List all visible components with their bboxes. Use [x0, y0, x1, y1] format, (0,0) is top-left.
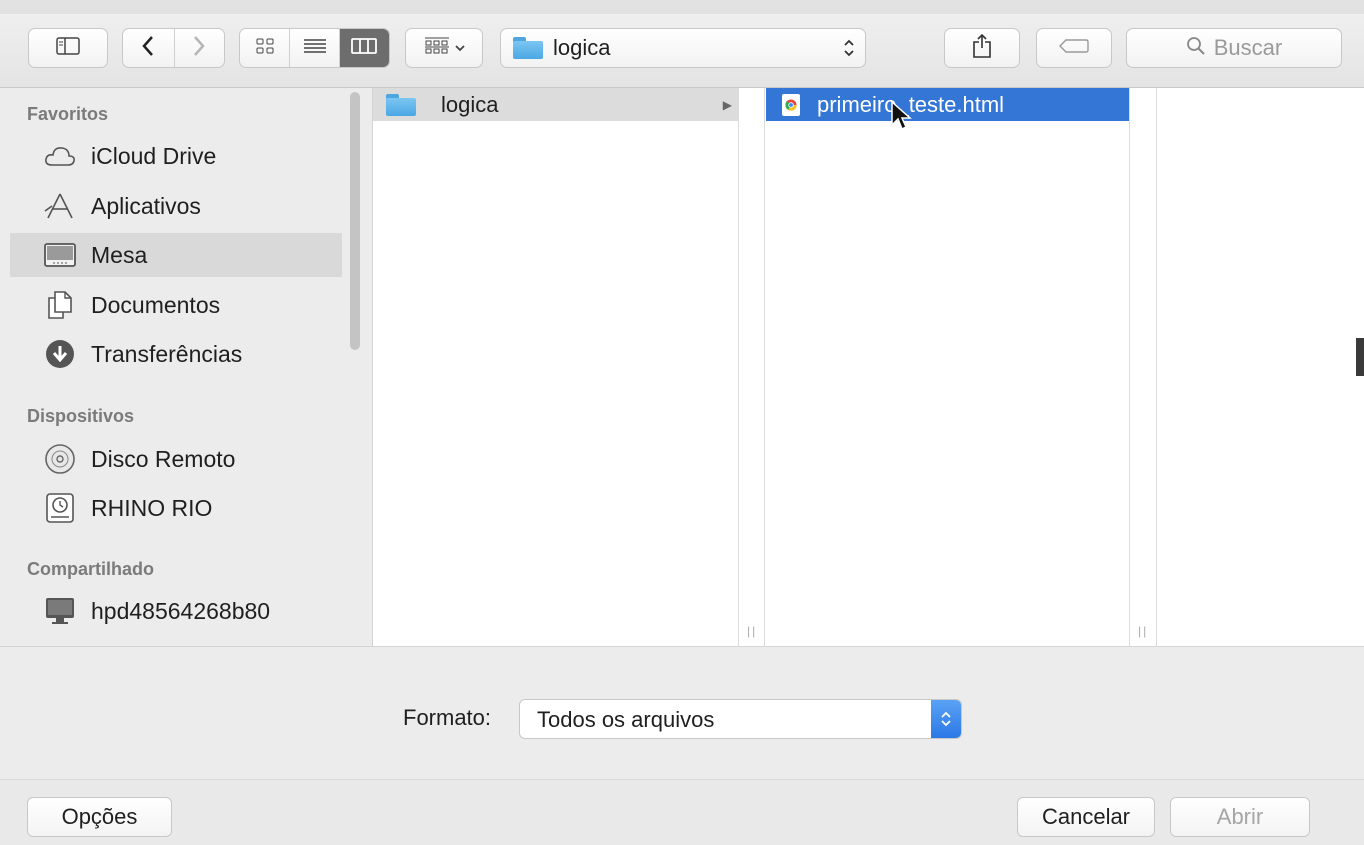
sidebar-item-applications[interactable]: Aplicativos: [10, 184, 342, 228]
cancel-button[interactable]: Cancelar: [1017, 797, 1155, 837]
desktop-icon: [44, 239, 76, 271]
open-file-dialog: logica Buscar Favoritos iCloud Drive Apl…: [0, 0, 1364, 845]
disclosure-triangle-icon: ▶: [722, 97, 732, 112]
column-resize-handle[interactable]: ||: [1138, 624, 1148, 638]
sidebar-icon: [56, 36, 80, 60]
sidebar-scrollbar[interactable]: [350, 92, 360, 350]
format-label: Formato:: [403, 705, 492, 730]
back-button[interactable]: [123, 29, 174, 67]
arrange-icon: [424, 37, 450, 60]
sidebar-item-label: Aplicativos: [91, 192, 201, 219]
applications-icon: [44, 190, 76, 222]
list-icon: [303, 38, 327, 59]
sidebar-item-label: RHINO RIO: [91, 494, 213, 521]
chevron-down-icon: [454, 39, 465, 57]
sidebar-toggle-button[interactable]: [28, 28, 108, 68]
share-button[interactable]: [944, 28, 1020, 68]
sidebar-item-label: Disco Remoto: [91, 445, 236, 472]
list-view-button[interactable]: [289, 29, 338, 67]
icon-view-button[interactable]: [240, 29, 289, 67]
sidebar-section-devices: Dispositivos: [27, 406, 135, 426]
format-select-value: Todos os arquivos: [537, 707, 715, 732]
folder-icon: [513, 37, 543, 59]
toolbar: logica Buscar: [0, 14, 1364, 88]
share-icon: [972, 33, 992, 64]
chevron-right-icon: [192, 35, 206, 62]
path-popup-button[interactable]: logica: [500, 28, 866, 68]
updown-arrows-icon: [931, 700, 961, 738]
sidebar-item-label: hpd48564268b80: [91, 597, 271, 624]
column-view-button[interactable]: [338, 29, 389, 67]
folder-icon: [386, 93, 416, 116]
navigation-buttons: [122, 28, 225, 68]
documents-icon: [44, 289, 76, 321]
search-icon: [1186, 36, 1206, 61]
button-bar: Opções Cancelar Abrir: [0, 779, 1364, 845]
column-divider: [1129, 88, 1130, 646]
search-placeholder: Buscar: [1213, 35, 1283, 60]
sidebar-item-remote-disc[interactable]: Disco Remoto: [10, 437, 342, 481]
path-popup-label: logica: [553, 35, 611, 60]
bottom-panel: Formato: Todos os arquivos Opções Cancel…: [0, 646, 1364, 845]
search-field[interactable]: Buscar: [1126, 28, 1342, 68]
grid-icon: [256, 38, 274, 59]
arrange-menu-button[interactable]: [405, 28, 483, 68]
downloads-icon: [44, 338, 76, 370]
list-item-html-file[interactable]: primeiro_teste.html: [766, 88, 1129, 121]
sidebar-item-label: Mesa: [91, 241, 148, 268]
sidebar-item-hpd48564268b80[interactable]: hpd48564268b80: [10, 589, 342, 633]
sidebar-item-icloud-drive[interactable]: iCloud Drive: [10, 134, 342, 178]
list-item-logica-folder[interactable]: logica ▶: [373, 88, 738, 121]
time-machine-disk-icon: [44, 492, 76, 524]
column-divider: [764, 88, 765, 646]
cloud-icon: [44, 140, 76, 172]
columns-icon: [351, 37, 378, 59]
sidebar-item-desktop[interactable]: Mesa: [10, 233, 342, 277]
sidebar: Favoritos iCloud Drive Aplicativos Mesa …: [0, 88, 372, 646]
sidebar-item-label: Transferências: [91, 340, 243, 367]
list-item-label: logica: [441, 91, 499, 117]
window-resize-edge: [1356, 338, 1364, 376]
computer-icon: [44, 595, 76, 627]
updown-arrows-icon: [843, 38, 855, 59]
sidebar-item-downloads[interactable]: Transferências: [10, 332, 342, 376]
column-browser: logica ▶ || primeiro_teste.html ||: [372, 88, 1364, 646]
forward-button[interactable]: [173, 29, 225, 67]
browser-column-1: logica ▶: [373, 88, 738, 646]
open-button[interactable]: Abrir: [1170, 797, 1310, 837]
tag-button[interactable]: [1036, 28, 1112, 68]
column-resize-handle[interactable]: ||: [747, 624, 757, 638]
sidebar-section-shared: Compartilhado: [27, 559, 155, 579]
chevron-left-icon: [141, 35, 155, 62]
options-button[interactable]: Opções: [27, 797, 172, 837]
tag-icon: [1059, 38, 1089, 59]
view-mode-buttons: [239, 28, 390, 68]
sidebar-section-favorites: Favoritos: [27, 104, 109, 124]
sidebar-item-rhino-rio[interactable]: RHINO RIO: [10, 486, 342, 530]
column-divider: [738, 88, 739, 646]
sidebar-item-label: Documentos: [91, 291, 221, 318]
window-top-edge: [0, 0, 1364, 15]
column-divider: [1156, 88, 1157, 646]
sidebar-item-documents[interactable]: Documentos: [10, 283, 342, 327]
sidebar-item-label: iCloud Drive: [91, 142, 217, 169]
html-file-icon: [782, 93, 800, 116]
disc-icon: [44, 443, 76, 475]
mouse-cursor-icon: [890, 100, 912, 137]
format-select[interactable]: Todos os arquivos: [519, 699, 962, 739]
